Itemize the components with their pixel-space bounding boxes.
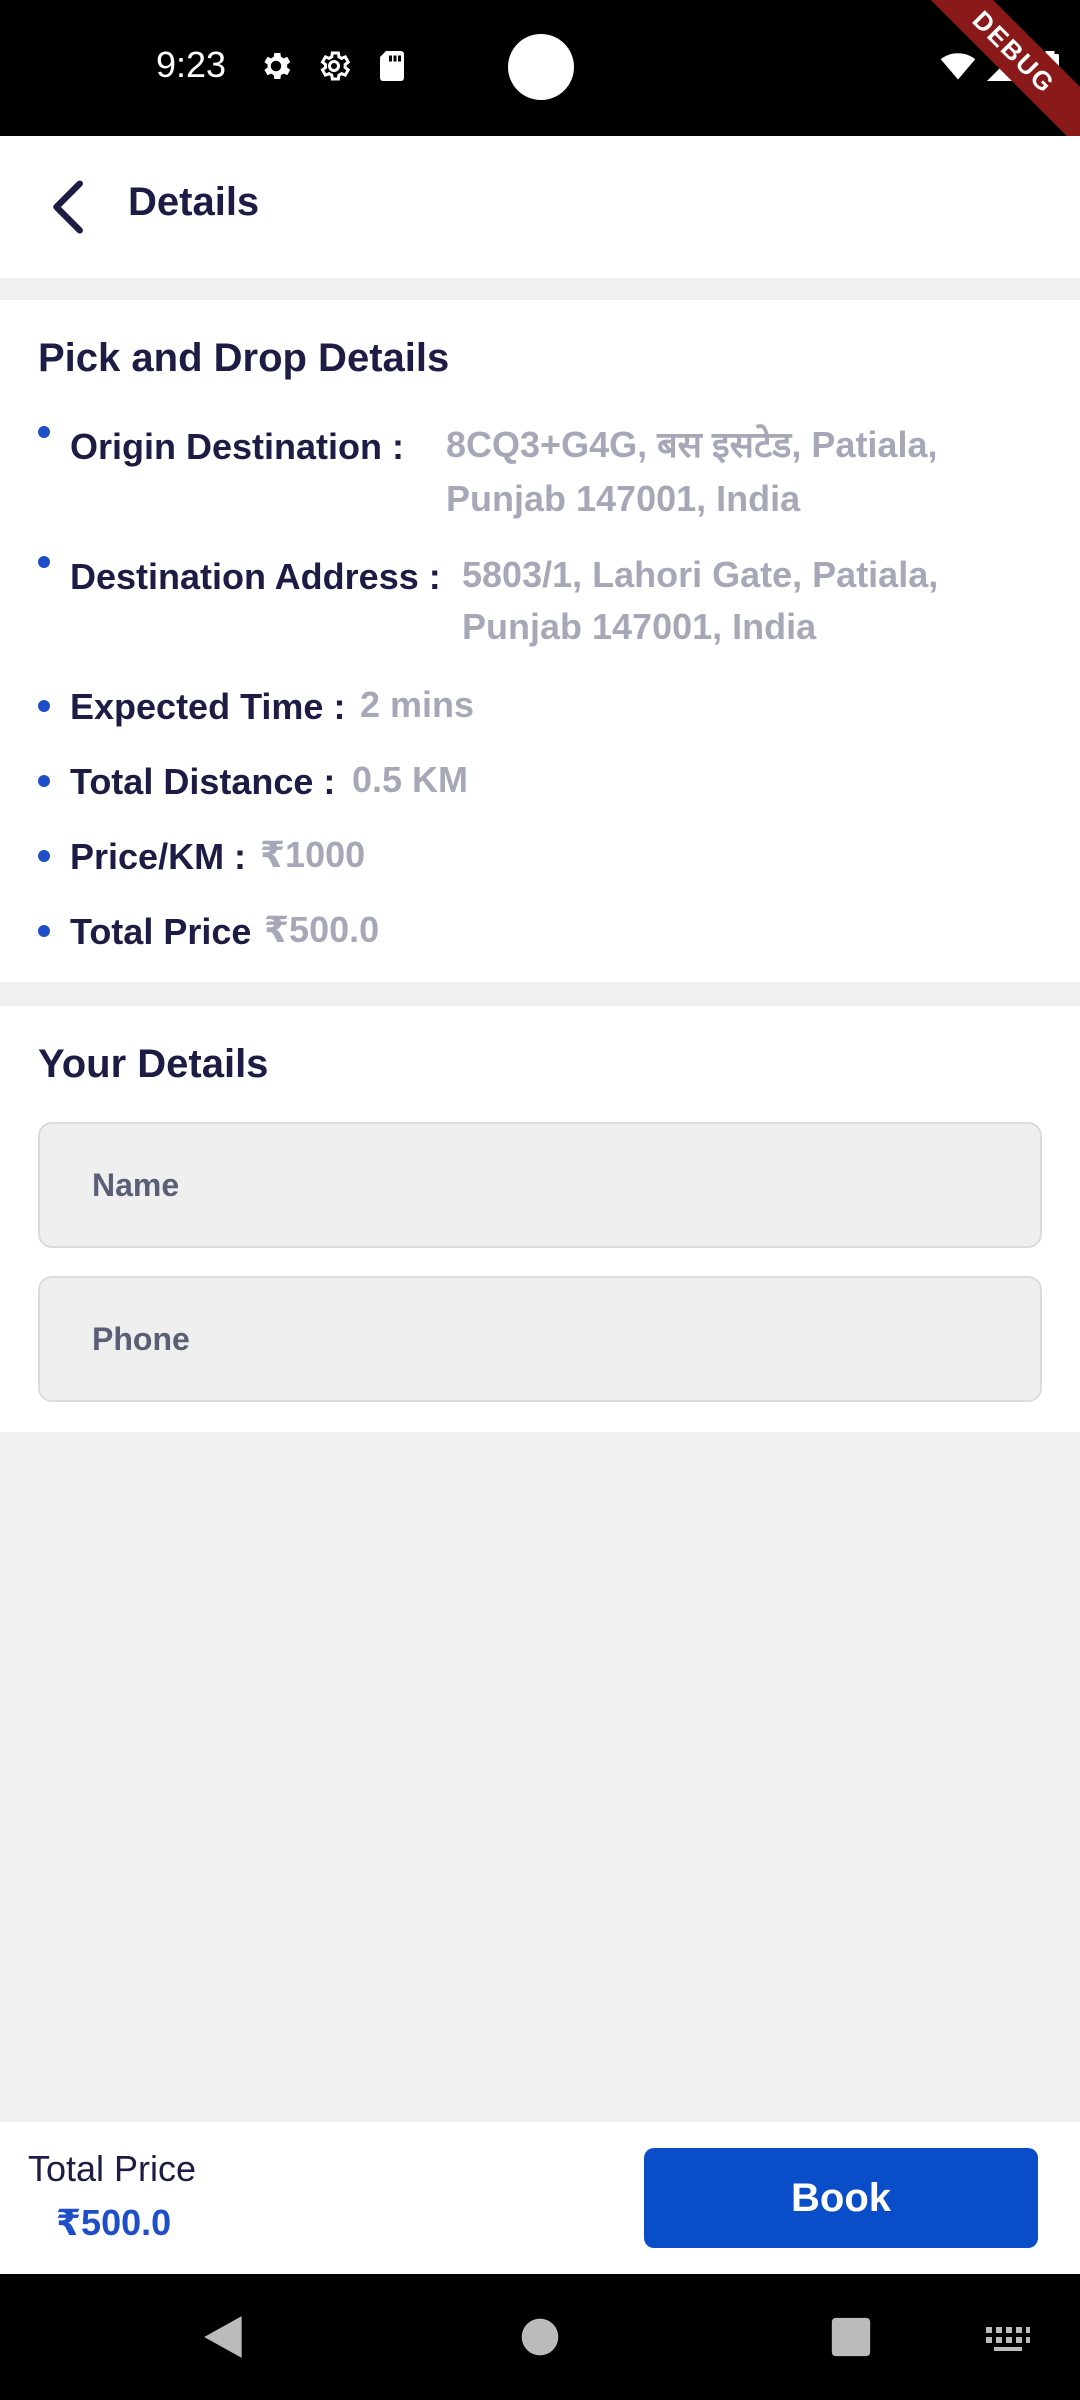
total-distance-row: Total Distance : 0.5 KM [38,753,1040,813]
total-price-value: ₹500.0 [264,909,380,950]
origin-value-line1: 8CQ3+G4G, बस इसटेड, Patiala, [446,424,938,465]
status-bar: 9:23 DEBUG [0,0,1080,136]
chevron-left-icon[interactable] [36,172,106,242]
expected-time-value: 2 mins [360,684,475,725]
app-bar: Details [0,136,1080,278]
your-details-title: Your Details [38,1042,269,1086]
expected-time-row: Expected Time : 2 mins [38,678,1040,738]
book-button[interactable]: Book [644,2148,1038,2248]
name-input[interactable] [38,1122,1042,1248]
settings-icon [264,52,291,80]
status-time: 9:23 [156,44,227,85]
settings-outline-icon [320,51,351,81]
phone-input[interactable] [38,1276,1042,1402]
total-price-row: Total Price ₹500.0 [38,903,1040,963]
bullet-dot [38,426,50,438]
bullet-dot [38,775,50,787]
system-nav-bar [0,2274,1080,2400]
price-per-km-label: Price/KM : [70,836,247,877]
bullet-dot [38,700,50,712]
keyboard-icon[interactable] [984,2312,1032,2362]
pick-drop-title: Pick and Drop Details [38,336,450,380]
expected-time-label: Expected Time : [70,686,346,727]
pick-drop-card: Pick and Drop Details Origin Destination… [0,300,1080,982]
page-title: Details [128,180,260,224]
total-distance-label: Total Distance : [70,761,336,802]
bullet-dot [38,556,50,568]
total-price-summary-label: Total Price [28,2148,197,2189]
wifi-icon [940,53,976,80]
price-per-km-row: Price/KM : ₹1000 [38,828,1040,888]
bullet-dot [38,925,50,937]
destination-row: Destination Address : 5803/1, Lahori Gat… [38,548,1040,672]
destination-label: Destination Address : [70,556,441,597]
camera-cutout [508,34,574,100]
price-per-km-value: ₹1000 [260,834,366,875]
destination-value-line2: Punjab 147001, India [462,606,817,647]
origin-label: Origin Destination : [70,426,405,467]
total-price-summary-value: ₹500.0 [56,2202,172,2243]
sd-card-icon [380,51,404,81]
total-price-label: Total Price [70,911,252,952]
home-circle-icon[interactable] [518,2312,562,2362]
origin-value-line2: Punjab 147001, India [446,478,801,519]
your-details-card: Your Details [0,1006,1080,1432]
bullet-dot [38,850,50,862]
bottom-bar: Total Price ₹500.0 Book [0,2122,1080,2274]
total-distance-value: 0.5 KM [352,759,469,800]
recents-square-icon[interactable] [828,2312,874,2362]
back-triangle-icon[interactable] [200,2312,250,2362]
origin-row: Origin Destination : 8CQ3+G4G, बस इसटेड,… [38,418,1040,542]
destination-value-line1: 5803/1, Lahori Gate, Patiala, [462,554,939,595]
